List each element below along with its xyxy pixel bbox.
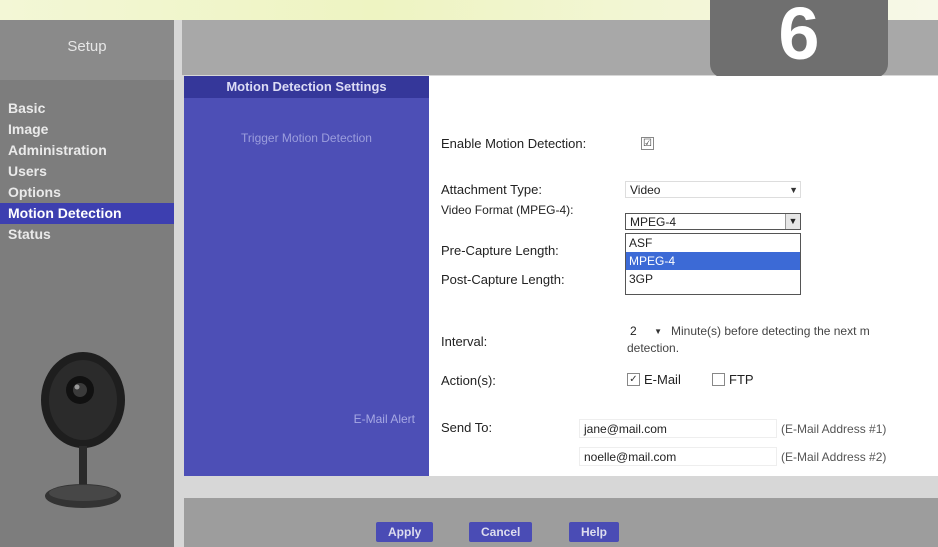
chevron-down-icon[interactable]: ▼ (785, 214, 800, 229)
settings-section-panel: Motion Detection Settings Trigger Motion… (184, 76, 429, 476)
actions-label: Action(s): (441, 373, 496, 388)
video-format-option-asf[interactable]: ASF (626, 234, 800, 252)
trigger-section-label: Trigger Motion Detection (241, 131, 372, 145)
sidebar-item-basic[interactable]: Basic (0, 98, 174, 119)
attachment-type-select[interactable]: Video ▼ (625, 181, 801, 198)
sidebar-header: Setup (0, 20, 174, 80)
sidebar-item-status[interactable]: Status (0, 224, 174, 245)
interval-description-cont: detection. (627, 341, 680, 355)
sidebar-nav: Basic Image Administration Users Options… (0, 98, 174, 245)
video-format-option-3gp[interactable]: 3GP (626, 270, 800, 288)
video-format-value: MPEG-4 (630, 215, 677, 229)
step-number-badge: 6 (710, 0, 888, 78)
post-capture-label: Post-Capture Length: (441, 272, 565, 287)
attachment-type-value: Video (630, 183, 661, 197)
sidebar-item-users[interactable]: Users (0, 161, 174, 182)
sidebar-item-administration[interactable]: Administration (0, 140, 174, 161)
email-alert-section-label: E-Mail Alert (353, 412, 415, 426)
motion-detection-form: Enable Motion Detection: ☑ Attachment Ty… (429, 76, 938, 476)
email-address-2-hint: (E-Mail Address #2) (781, 450, 887, 464)
action-ftp-checkbox[interactable] (712, 373, 725, 386)
action-ftp-label: FTP (729, 372, 754, 387)
chevron-down-icon: ▼ (654, 327, 662, 336)
step-number: 6 (778, 0, 820, 75)
help-button[interactable]: Help (569, 522, 620, 542)
interval-value: 2 (630, 324, 637, 338)
video-format-dropdown-list: ASF MPEG-4 3GP (625, 233, 801, 295)
enable-motion-checkbox[interactable]: ☑ (641, 137, 654, 150)
email-address-1-hint: (E-Mail Address #1) (781, 422, 887, 436)
sidebar-title: Setup (67, 38, 107, 55)
action-email-checkbox[interactable]: ✓ (627, 373, 640, 386)
video-format-label: Video Format (MPEG-4): (441, 203, 574, 217)
email-address-2-input[interactable]: noelle@mail.com (579, 447, 777, 466)
cancel-button[interactable]: Cancel (469, 522, 533, 542)
interval-select[interactable]: 2 ▼ (625, 322, 665, 339)
action-email-label: E-Mail (644, 372, 681, 387)
interval-description: Minute(s) before detecting the next m (671, 324, 870, 338)
apply-button[interactable]: Apply (376, 522, 434, 542)
sidebar-item-image[interactable]: Image (0, 119, 174, 140)
footer-bar: Apply Cancel Help (184, 498, 938, 547)
panel-title: Motion Detection Settings (184, 76, 429, 98)
enable-motion-label: Enable Motion Detection: (441, 136, 587, 151)
send-to-label: Send To: (441, 420, 493, 435)
sidebar: Setup Basic Image Administration Users O… (0, 20, 174, 547)
email-address-1-input[interactable]: jane@mail.com (579, 419, 777, 438)
webcam-image (41, 352, 125, 508)
sidebar-item-options[interactable]: Options (0, 182, 174, 203)
interval-label: Interval: (441, 334, 488, 349)
pre-capture-label: Pre-Capture Length: (441, 243, 559, 258)
sidebar-item-motion-detection[interactable]: Motion Detection (0, 203, 174, 224)
video-format-select[interactable]: MPEG-4 ▼ (625, 213, 801, 230)
video-format-option-mpeg4[interactable]: MPEG-4 (626, 252, 800, 270)
attachment-type-label: Attachment Type: (441, 182, 542, 197)
chevron-down-icon: ▼ (789, 185, 798, 195)
